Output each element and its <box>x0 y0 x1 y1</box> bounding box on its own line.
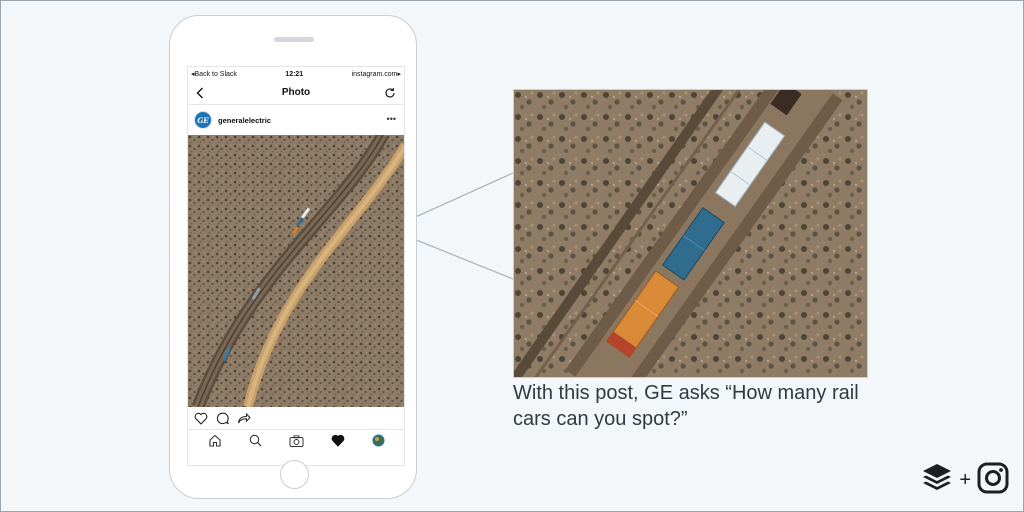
heart-outline-icon[interactable] <box>194 412 208 425</box>
phone-home-button <box>280 460 309 489</box>
more-options-icon[interactable]: ••• <box>387 115 396 124</box>
profile-avatar-icon[interactable] <box>372 434 385 447</box>
comment-icon[interactable] <box>216 412 229 425</box>
back-to-app-label: Back to Slack <box>194 71 237 78</box>
phone-mockup: ◂Back to Slack 12:21 instagram.com▸ Phot… <box>169 15 417 499</box>
back-to-app-link[interactable]: ◂Back to Slack <box>191 70 237 78</box>
share-arrow-icon[interactable] <box>237 412 251 425</box>
site-indicator: instagram.com▸ <box>352 70 401 78</box>
zoomed-train-image <box>514 90 867 377</box>
tab-bar <box>188 429 404 451</box>
post-username[interactable]: generalelectric <box>218 116 271 125</box>
page-title: Photo <box>281 87 311 98</box>
search-icon[interactable] <box>249 434 262 447</box>
buffer-stack-icon <box>921 463 953 498</box>
post-actions <box>188 409 404 427</box>
instagram-icon <box>977 462 1009 499</box>
brand-logos: + <box>921 462 1009 499</box>
heart-filled-icon[interactable] <box>331 434 345 447</box>
caption-text: With this post, GE asks “How many rail c… <box>513 382 859 430</box>
home-icon[interactable] <box>208 434 222 447</box>
status-bar: ◂Back to Slack 12:21 instagram.com▸ <box>188 67 404 81</box>
phone-speaker <box>274 37 314 42</box>
forward-triangle-icon: ▸ <box>397 71 401 78</box>
zoomed-photo <box>513 89 868 378</box>
camera-icon[interactable] <box>289 434 304 447</box>
chevron-left-icon[interactable] <box>194 86 206 100</box>
phone-screen: ◂Back to Slack 12:21 instagram.com▸ Phot… <box>187 66 405 466</box>
post-photo[interactable] <box>188 135 405 407</box>
nav-bar: Photo <box>188 81 404 105</box>
avatar[interactable]: GE <box>194 111 212 129</box>
refresh-icon[interactable] <box>384 86 398 100</box>
status-time: 12:21 <box>285 70 304 78</box>
site-label: instagram.com <box>351 71 398 78</box>
brand-plus: + <box>959 469 971 491</box>
post-header: GE generalelectric ••• <box>188 105 404 135</box>
